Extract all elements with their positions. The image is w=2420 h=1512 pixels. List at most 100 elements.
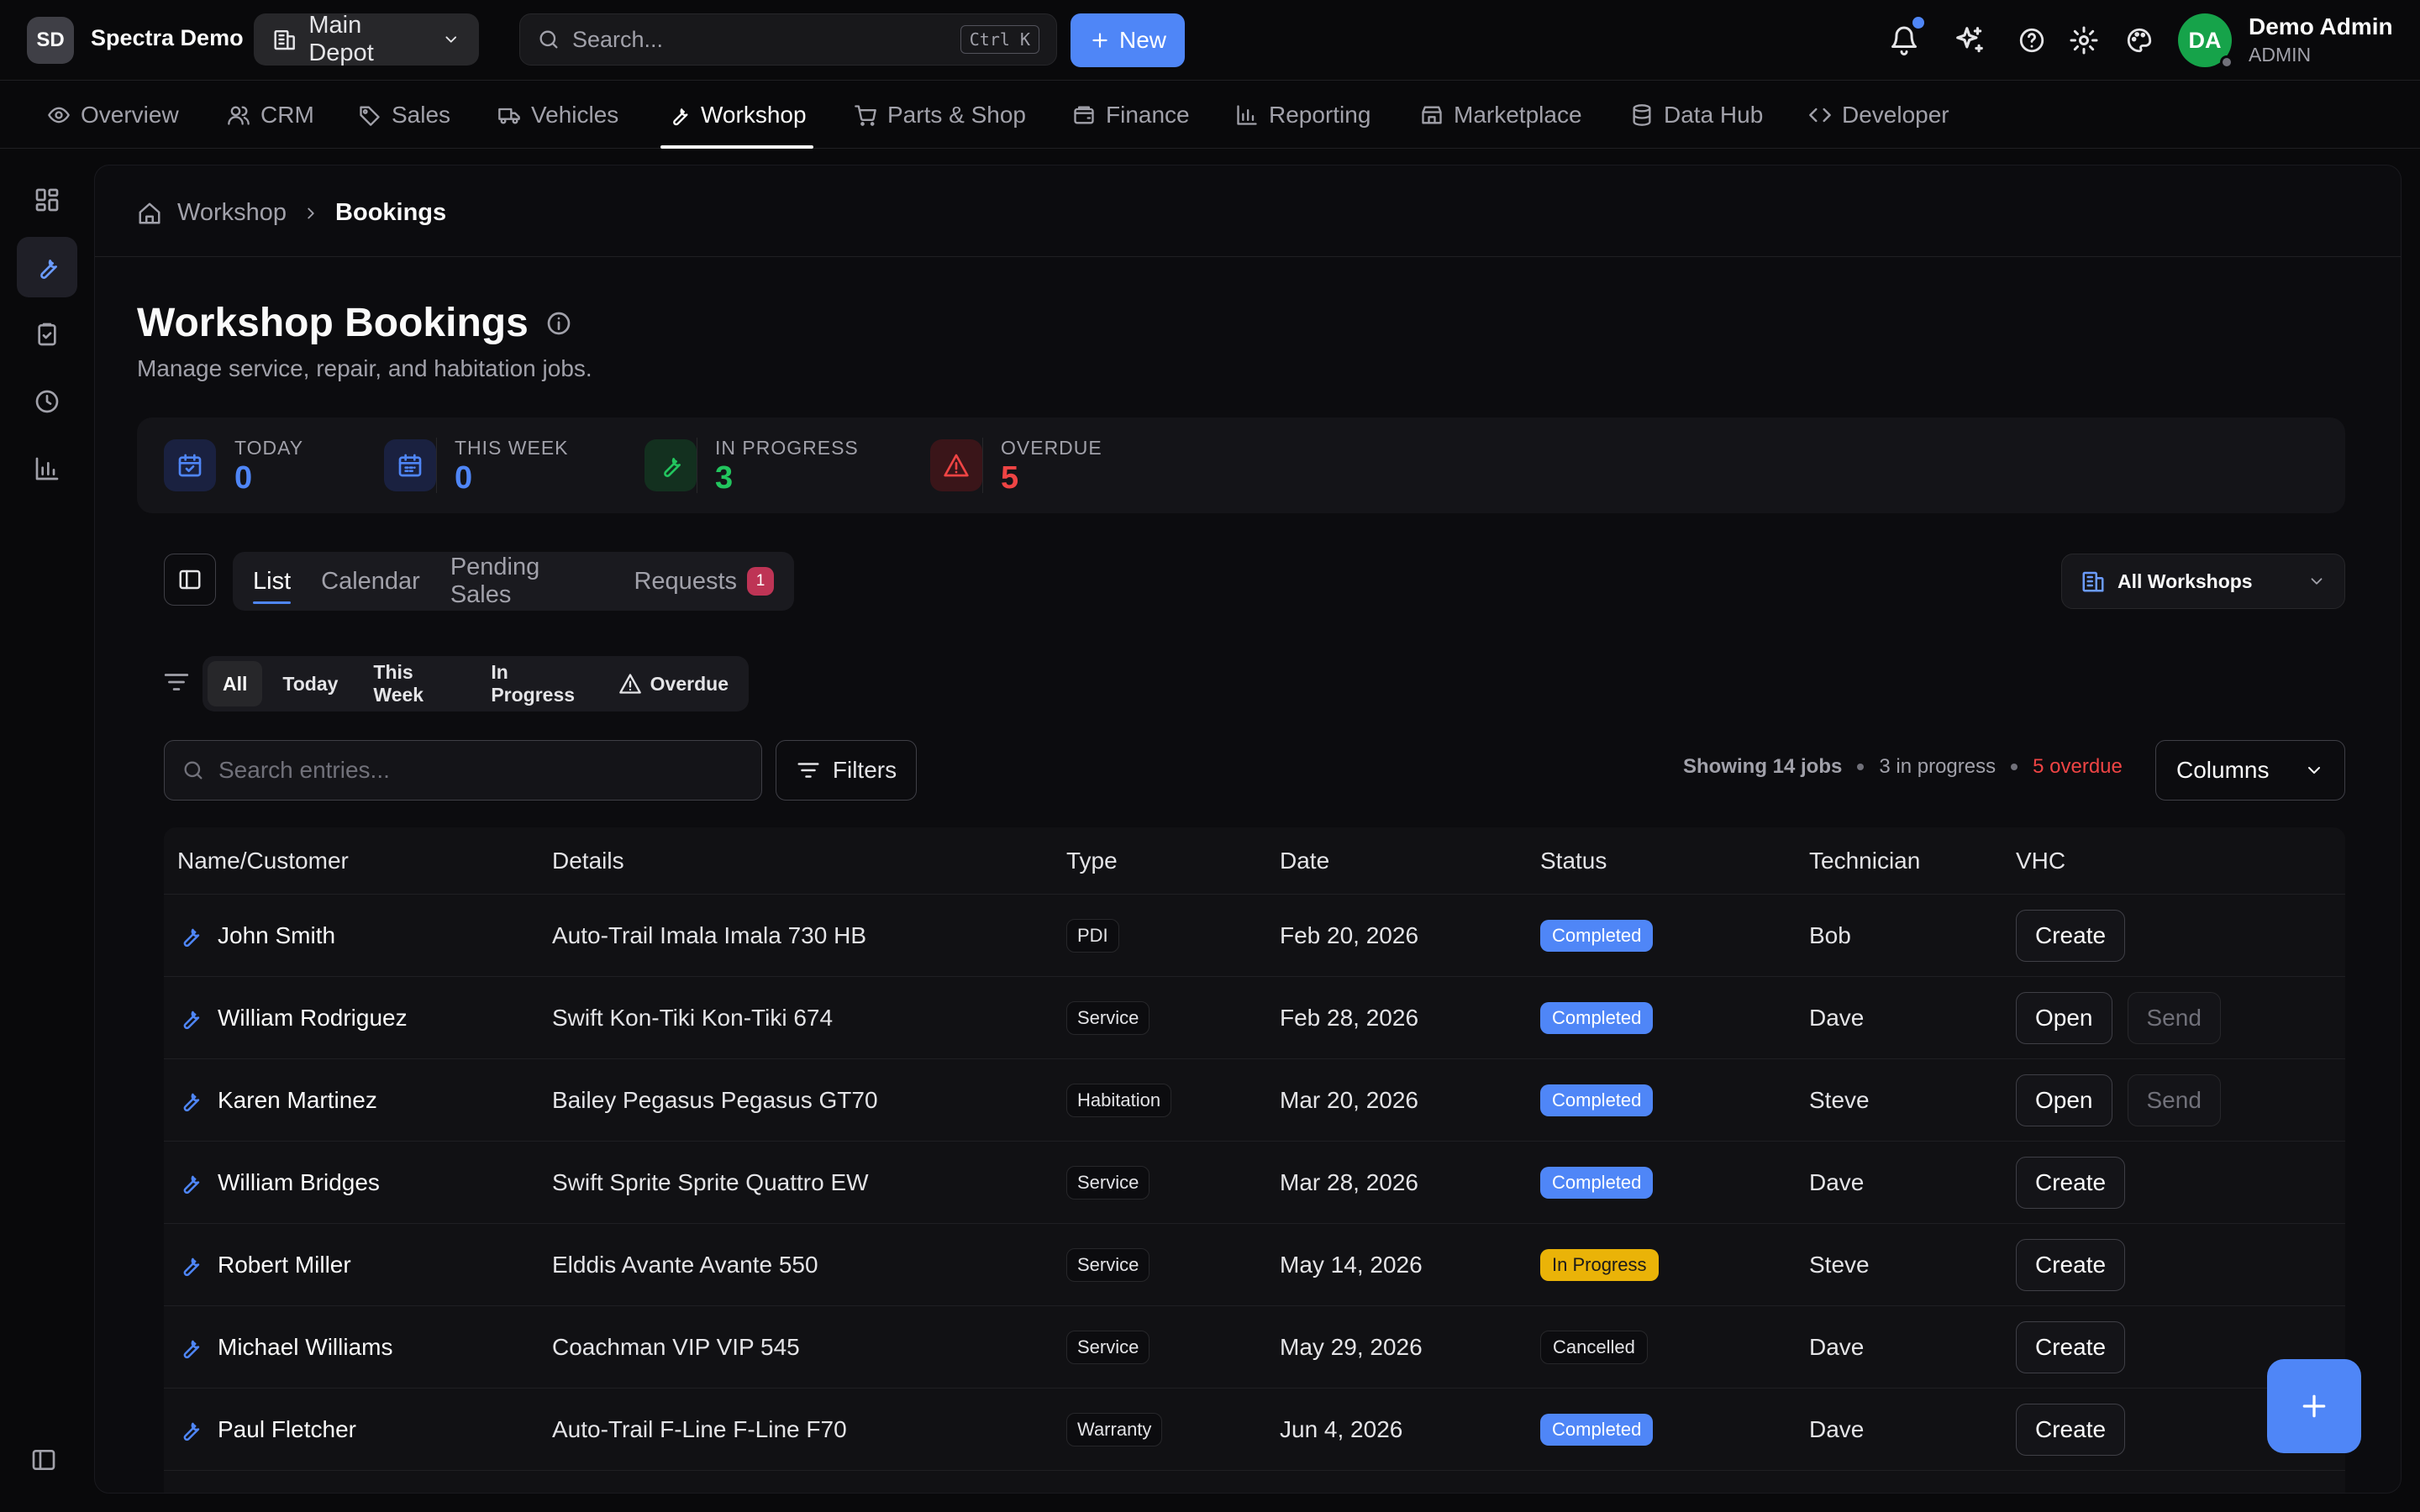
rail-reports[interactable] bbox=[17, 438, 77, 499]
tab-calendar[interactable]: Calendar bbox=[321, 568, 420, 596]
user-name[interactable]: Demo Admin bbox=[2249, 13, 2393, 40]
depot-selector[interactable]: Main Depot bbox=[254, 12, 479, 66]
help-button[interactable] bbox=[2013, 22, 2050, 59]
toggle-panel-button[interactable] bbox=[164, 554, 216, 606]
tab-list[interactable]: List bbox=[253, 568, 292, 604]
table-row[interactable]: Karen Martinez Bailey Pegasus Pegasus GT7… bbox=[164, 1059, 2345, 1142]
collapse-sidebar-button[interactable] bbox=[30, 1446, 57, 1473]
columns-button[interactable]: Columns bbox=[2155, 740, 2345, 801]
table-row[interactable]: Robert Miller Elddis Avante Avante 550 Ser… bbox=[164, 1224, 2345, 1306]
nav-reporting[interactable]: Reporting bbox=[1235, 81, 1370, 149]
main-nav: Overview CRM Sales Vehicles Workshop Par… bbox=[0, 81, 2420, 149]
alert-triangle-icon bbox=[930, 439, 982, 491]
column-header-name[interactable]: Name/Customer bbox=[177, 827, 349, 895]
rail-dashboard[interactable] bbox=[17, 170, 77, 230]
global-search-input[interactable]: Search... Ctrl K bbox=[519, 13, 1057, 66]
rail-checklists[interactable] bbox=[17, 304, 77, 365]
rail-workshop[interactable] bbox=[17, 237, 77, 297]
date-cell: Feb 28, 2026 bbox=[1280, 1005, 1419, 1031]
quick-filter-overdue[interactable]: Overdue bbox=[603, 661, 744, 706]
vhc-create-button[interactable]: Create bbox=[2016, 910, 2126, 962]
customer-cell[interactable]: Robert Miller bbox=[177, 1224, 351, 1306]
bell-icon bbox=[1891, 26, 1917, 55]
gear-icon bbox=[2070, 26, 2098, 55]
stat-today[interactable]: TODAY 0 bbox=[164, 417, 303, 513]
status-badge: Cancelled bbox=[1540, 1331, 1648, 1364]
vhc-open-button[interactable]: Open bbox=[2016, 992, 2112, 1044]
customer-name[interactable]: William Bridges bbox=[218, 1169, 380, 1196]
filter-lines-icon[interactable] bbox=[162, 668, 191, 696]
wrench-icon bbox=[644, 439, 697, 491]
customer-cell[interactable]: Paul Fletcher bbox=[177, 1389, 356, 1471]
customer-cell[interactable]: John Smith bbox=[177, 895, 335, 977]
customer-cell[interactable]: Karen Martinez bbox=[177, 1059, 377, 1142]
vhc-send-button[interactable]: Send bbox=[2127, 1074, 2221, 1126]
status-cell: Completed bbox=[1540, 1059, 1654, 1142]
requests-count-badge: 1 bbox=[747, 567, 774, 596]
settings-button[interactable] bbox=[2065, 22, 2102, 59]
customer-name[interactable]: Karen Martinez bbox=[218, 1087, 377, 1114]
nav-marketplace[interactable]: Marketplace bbox=[1420, 81, 1582, 149]
column-header-date[interactable]: Date bbox=[1280, 827, 1329, 895]
tab-pending-sales[interactable]: Pending Sales bbox=[450, 554, 604, 609]
quick-filter-today[interactable]: Today bbox=[267, 661, 353, 706]
nav-parts-shop[interactable]: Parts & Shop bbox=[854, 81, 1026, 149]
nav-vehicles[interactable]: Vehicles bbox=[497, 81, 618, 149]
vhc-create-button[interactable]: Create bbox=[2016, 1321, 2126, 1373]
new-button[interactable]: New bbox=[1071, 13, 1185, 67]
org-avatar[interactable]: SD bbox=[27, 17, 74, 64]
info-icon[interactable] bbox=[545, 310, 572, 337]
add-booking-fab[interactable] bbox=[2267, 1359, 2361, 1453]
vhc-send-button[interactable]: Send bbox=[2127, 992, 2221, 1044]
breadcrumb-parent[interactable]: Workshop bbox=[177, 199, 287, 227]
quick-filter-all[interactable]: All bbox=[208, 661, 263, 706]
stat-in-progress[interactable]: IN PROGRESS 3 bbox=[644, 417, 859, 513]
table-row[interactable]: William Rodriguez Swift Kon-Tiki Kon-Tiki… bbox=[164, 977, 2345, 1059]
column-header-technician[interactable]: Technician bbox=[1809, 827, 1920, 895]
stat-this-week[interactable]: THIS WEEK 0 bbox=[384, 417, 569, 513]
type-badge: Service bbox=[1066, 1331, 1150, 1364]
table-search-input[interactable]: Search entries... bbox=[164, 740, 762, 801]
customer-cell[interactable]: William Rodriguez bbox=[177, 977, 408, 1059]
nav-overview[interactable]: Overview bbox=[47, 81, 179, 149]
table-row[interactable]: John Smith Auto-Trail Imala Imala 730 HB P… bbox=[164, 895, 2345, 977]
customer-name[interactable]: Paul Fletcher bbox=[218, 1416, 356, 1443]
customer-name[interactable]: William Rodriguez bbox=[218, 1005, 408, 1032]
nav-workshop[interactable]: Workshop bbox=[660, 81, 813, 149]
filters-button[interactable]: Filters bbox=[776, 740, 917, 801]
theme-button[interactable] bbox=[2121, 22, 2158, 59]
table-row[interactable]: Michael Williams Coachman VIP VIP 545 Serv… bbox=[164, 1306, 2345, 1389]
vhc-open-button[interactable]: Open bbox=[2016, 1074, 2112, 1126]
column-header-status[interactable]: Status bbox=[1540, 827, 1607, 895]
column-header-details[interactable]: Details bbox=[552, 827, 624, 895]
table-row[interactable]: Paul Fletcher Auto-Trail F-Line F-Line F7… bbox=[164, 1389, 2345, 1471]
tab-requests[interactable]: Requests 1 bbox=[634, 567, 774, 596]
customer-name[interactable]: Michael Williams bbox=[218, 1334, 392, 1361]
home-icon[interactable] bbox=[137, 201, 162, 226]
stat-overdue[interactable]: OVERDUE 5 bbox=[930, 417, 1102, 513]
column-header-vhc[interactable]: VHC bbox=[2016, 827, 2065, 895]
nav-developer[interactable]: Developer bbox=[1808, 81, 1949, 149]
nav-sales[interactable]: Sales bbox=[358, 81, 450, 149]
nav-crm[interactable]: CRM bbox=[227, 81, 314, 149]
quick-filter-this-week[interactable]: This Week bbox=[358, 661, 471, 706]
nav-finance[interactable]: Finance bbox=[1072, 81, 1190, 149]
column-header-type[interactable]: Type bbox=[1066, 827, 1118, 895]
table-row[interactable]: William Bridges Swift Sprite Sprite Quatt… bbox=[164, 1142, 2345, 1224]
org-name[interactable]: Spectra Demo bbox=[91, 25, 244, 51]
nav-data-hub[interactable]: Data Hub bbox=[1630, 81, 1763, 149]
customer-cell[interactable]: Michael Williams bbox=[177, 1306, 392, 1389]
customer-cell[interactable]: William Bridges bbox=[177, 1142, 380, 1224]
quick-filter-in-progress[interactable]: In Progress bbox=[476, 661, 597, 706]
ai-assistant-button[interactable] bbox=[1951, 22, 1988, 59]
vhc-create-button[interactable]: Create bbox=[2016, 1404, 2126, 1456]
customer-name[interactable]: John Smith bbox=[218, 922, 335, 949]
technician-cell: Bob bbox=[1809, 922, 1851, 948]
vhc-create-button[interactable]: Create bbox=[2016, 1157, 2126, 1209]
rail-history[interactable] bbox=[17, 371, 77, 432]
customer-name[interactable]: Robert Miller bbox=[218, 1252, 351, 1278]
code-icon bbox=[1809, 108, 1831, 123]
nav-workshop-label: Workshop bbox=[701, 102, 807, 128]
workshop-select[interactable]: All Workshops bbox=[2061, 554, 2345, 609]
vhc-create-button[interactable]: Create bbox=[2016, 1239, 2126, 1291]
